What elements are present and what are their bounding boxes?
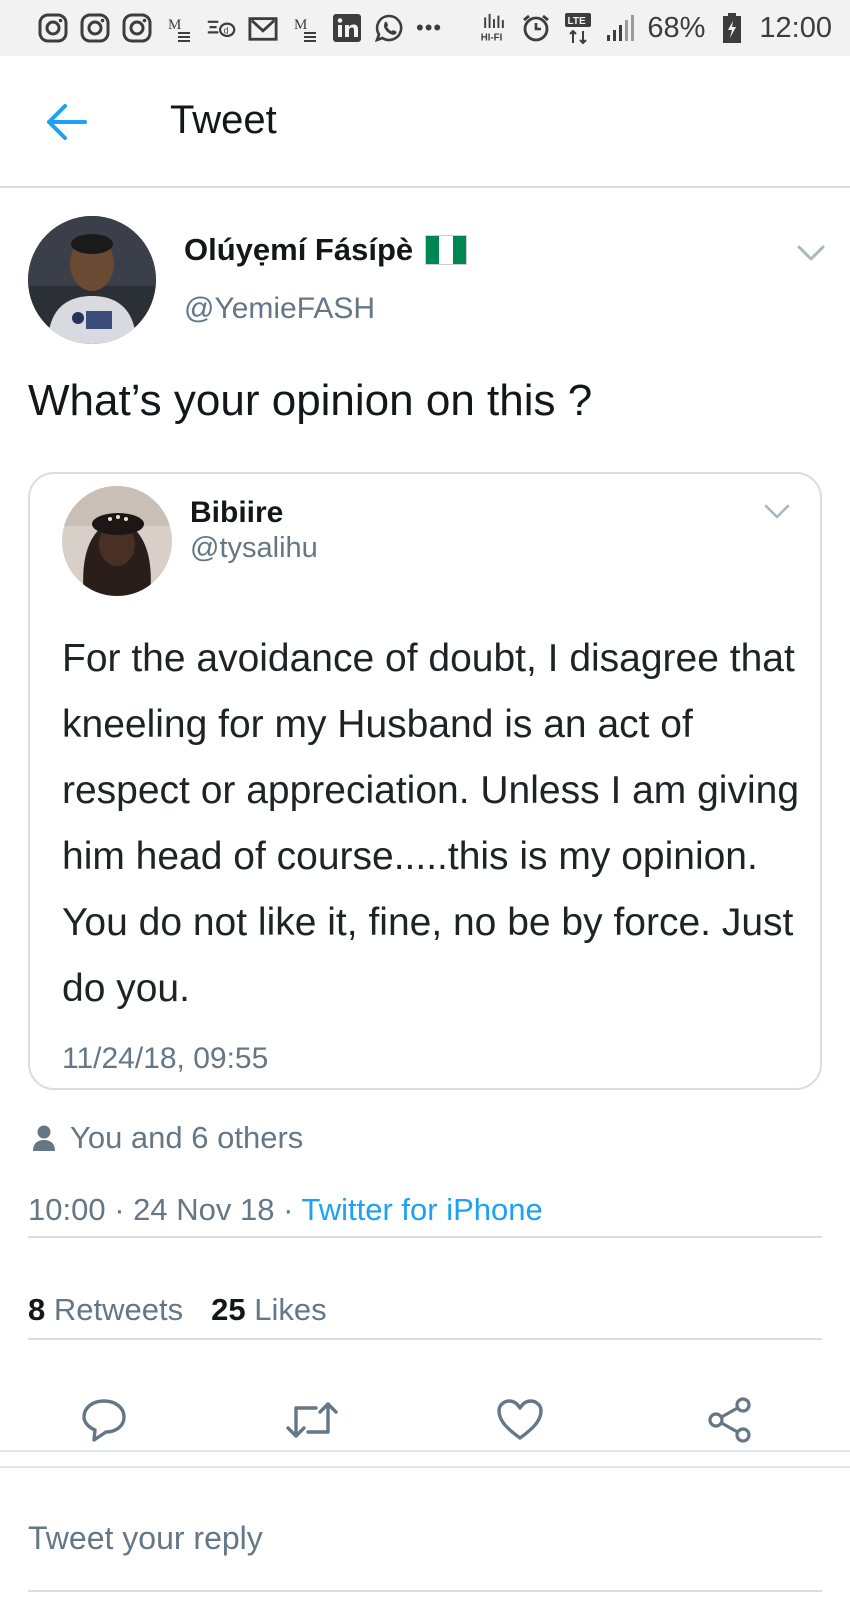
share-button[interactable] <box>702 1392 758 1448</box>
retweet-icon <box>286 1402 338 1438</box>
liked-by-row[interactable]: You and 6 others <box>32 1120 303 1156</box>
meta-separator: · <box>283 1192 294 1227</box>
alarm-icon <box>521 13 551 43</box>
quoted-author-handle: @tysalihu <box>190 532 318 564</box>
quoted-tweet-text: For the avoidance of doubt, I disagree t… <box>62 637 800 1010</box>
status-bar: M d M ••• HI-FI LTE 68% 12:00 <box>0 0 850 56</box>
divider <box>0 1466 850 1468</box>
retweets-stat[interactable]: 8 Retweets <box>28 1292 183 1328</box>
whatsapp-icon <box>374 13 404 43</box>
chevron-down-icon <box>797 245 825 261</box>
meta-separator: · <box>114 1192 125 1227</box>
reply-button[interactable] <box>76 1392 132 1448</box>
divider <box>0 1450 850 1452</box>
tweet-text: What’s your opinion on this ? <box>28 376 593 425</box>
gmail-box-icon <box>248 13 278 43</box>
quoted-menu-button[interactable] <box>762 496 792 526</box>
chevron-down-icon <box>764 504 790 519</box>
quoted-tweet[interactable]: Bibiire @tysalihu For the avoidance of d… <box>28 472 822 1090</box>
quoted-timestamp: 11/24/18, 09:55 <box>62 1042 269 1075</box>
likes-stat[interactable]: 25 Likes <box>211 1292 326 1328</box>
likes-count: 25 <box>211 1292 246 1327</box>
reply-input[interactable]: Tweet your reply <box>28 1520 822 1557</box>
nigeria-flag-icon <box>425 235 468 265</box>
svg-text:M: M <box>294 17 307 33</box>
tweet-meta: 10:00 · 24 Nov 18 · Twitter for iPhone <box>28 1192 543 1228</box>
like-button[interactable] <box>492 1392 548 1448</box>
arrow-left-icon <box>47 104 87 140</box>
instagram-icon <box>80 13 110 43</box>
share-icon <box>708 1397 751 1443</box>
tweet-action-bar <box>0 1392 850 1456</box>
svg-text:LTE: LTE <box>568 16 586 27</box>
quoted-author-name: Bibiire <box>190 496 284 529</box>
status-bar-system: HI-FI LTE 68% 12:00 <box>479 12 832 45</box>
instagram-icon <box>122 13 152 43</box>
author-display-name: Olúyẹmí Fásípè <box>184 232 414 267</box>
svg-text:HI-FI: HI-FI <box>481 32 503 43</box>
hifi-icon: HI-FI <box>479 13 509 43</box>
app-header: Tweet <box>0 56 850 188</box>
svg-text:d: d <box>224 25 229 35</box>
reply-icon <box>82 1399 126 1442</box>
gmail-icon: M <box>290 13 320 43</box>
author-name[interactable]: Olúyẹmí Fásípè <box>184 232 468 268</box>
tweet-time: 10:00 <box>28 1192 106 1227</box>
gmail-icon: M <box>164 13 194 43</box>
author-handle[interactable]: @YemieFASH <box>184 292 375 326</box>
page-title: Tweet <box>170 98 277 142</box>
author-avatar[interactable] <box>28 216 156 344</box>
tweet-stats: 8 Retweets 25 Likes <box>28 1292 327 1328</box>
more-dots-icon: ••• <box>416 15 443 40</box>
quoted-avatar[interactable] <box>62 486 172 596</box>
status-bar-notifications: M d M ••• <box>38 13 442 43</box>
liked-by-text: You and 6 others <box>70 1120 304 1155</box>
tweet-menu-button[interactable] <box>794 236 828 270</box>
likes-label: Likes <box>254 1292 327 1327</box>
like-icon <box>497 1399 543 1440</box>
person-icon <box>33 1125 55 1151</box>
retweets-label: Retweets <box>53 1292 184 1327</box>
tweet-source-link[interactable]: Twitter for iPhone <box>302 1192 543 1227</box>
divider <box>28 1236 822 1238</box>
retweets-count: 8 <box>28 1292 46 1327</box>
svg-text:M: M <box>168 17 181 33</box>
battery-charging-icon <box>717 13 747 43</box>
linkedin-icon <box>332 13 362 43</box>
fuzzy-mail-icon: d <box>206 13 236 43</box>
back-button[interactable] <box>40 96 92 148</box>
reply-underline <box>28 1590 822 1592</box>
battery-percentage: 68% <box>647 11 706 44</box>
retweet-button[interactable] <box>284 1392 340 1448</box>
divider <box>28 1338 822 1340</box>
signal-icon <box>605 13 635 43</box>
instagram-icon <box>38 13 68 43</box>
clock-time: 12:00 <box>759 11 832 44</box>
lte-icon: LTE <box>563 13 593 45</box>
tweet-date: 24 Nov 18 <box>133 1192 275 1227</box>
